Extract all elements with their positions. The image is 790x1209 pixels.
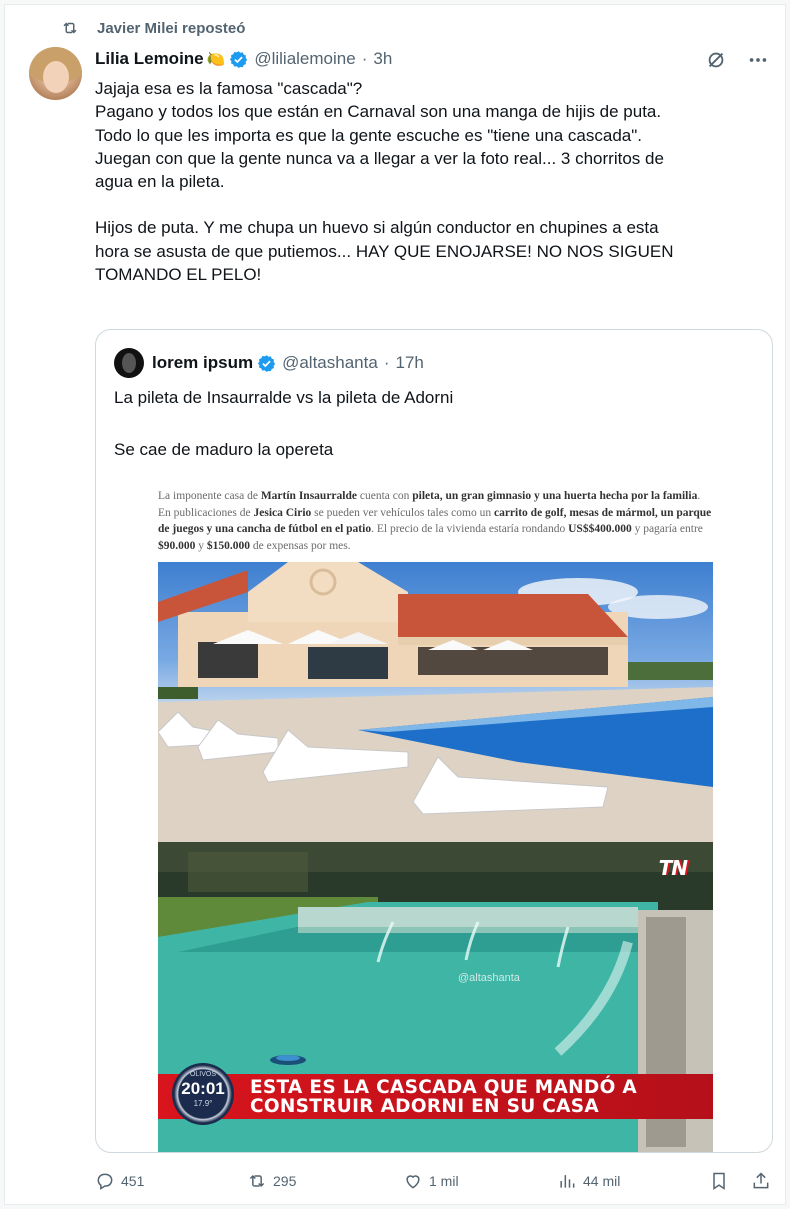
more-options-icon[interactable] — [747, 49, 769, 71]
quoted-tweet-header: lorem ipsum @altashanta · 17h — [114, 348, 424, 378]
tweet-line: Pagano y todos los que están en Carnaval… — [95, 102, 662, 122]
repost-count: 295 — [273, 1173, 297, 1189]
quoted-tweet-text: La pileta de Insaurralde vs la pileta de… — [114, 386, 453, 461]
watermark: @altashanta — [458, 972, 520, 984]
verified-badge-icon[interactable] — [257, 354, 276, 373]
tweet-card[interactable]: Javier Milei reposteó Lilia Lemoine 🍋 @l… — [4, 4, 786, 1205]
quoted-line: La pileta de Insaurralde vs la pileta de… — [114, 388, 454, 407]
views-button[interactable]: 44 mil — [557, 1171, 620, 1191]
quoted-author-handle[interactable]: @altashanta — [282, 353, 378, 373]
tweet-time[interactable]: 3h — [373, 49, 392, 69]
quoted-tweet[interactable]: lorem ipsum @altashanta · 17h La pileta … — [95, 329, 773, 1153]
share-icon — [753, 1172, 769, 1189]
bookmark-button[interactable] — [709, 1171, 729, 1191]
bookmark-icon — [713, 1172, 725, 1190]
like-count: 1 mil — [429, 1173, 459, 1189]
tweet-text: Jajaja esa es la famosa "cascada"? Pagan… — [95, 77, 775, 286]
views-count: 44 mil — [583, 1173, 621, 1189]
repost-icon — [63, 22, 77, 34]
like-button[interactable]: 1 mil — [403, 1171, 459, 1191]
author-avatar[interactable] — [29, 47, 82, 100]
grok-icon[interactable] — [705, 49, 727, 71]
verified-badge-icon[interactable] — [229, 50, 248, 69]
adorni-pool-photo: @altashanta TN OLIVOS 20:01 17.9° ESTA E… — [158, 842, 713, 1152]
quoted-media-image[interactable]: La imponente casa de Martín Insaurralde … — [158, 484, 713, 1152]
tn-logo: TN — [658, 856, 688, 880]
tweet-line: TOMANDO EL PELO! — [95, 265, 262, 285]
lemon-emoji: 🍋 — [206, 51, 226, 68]
repost-label: Javier Milei reposteó — [97, 19, 246, 37]
repost-button[interactable]: 295 — [247, 1171, 296, 1191]
quoted-author-avatar[interactable] — [114, 348, 144, 378]
tv-clock: OLIVOS 20:01 17.9° — [172, 1063, 234, 1125]
tweet-line: Juegan con que la gente nunca va a llega… — [95, 148, 664, 168]
share-button[interactable] — [751, 1171, 771, 1191]
tv-banner-text: ESTA ES LA CASCADA QUE MANDÓ A CONSTRUIR… — [250, 1077, 637, 1117]
quoted-tweet-time[interactable]: 17h — [395, 353, 423, 373]
reply-icon — [97, 1173, 113, 1190]
author-handle[interactable]: @lilialemoine — [254, 49, 355, 69]
tweet-line: Jajaja esa es la famosa "cascada"? — [95, 79, 363, 98]
tweet-actions-bar: 451 295 1 mil 44 mil — [95, 1171, 775, 1195]
repost-indicator[interactable]: Javier Milei reposteó — [61, 19, 245, 37]
quoted-line: Se cae de maduro la opereta — [114, 440, 334, 459]
tweet-line: Todo lo que les importa es que la gente … — [95, 125, 642, 145]
mansion-pool-photo — [158, 562, 713, 842]
views-chart-icon — [560, 1175, 575, 1188]
heart-icon — [406, 1175, 420, 1189]
tweet-line: hora se asusta de que putiemos... HAY QU… — [95, 241, 674, 261]
author-name[interactable]: Lilia Lemoine — [95, 49, 204, 69]
tweet-line: Hijos de puta. Y me chupa un huevo si al… — [95, 218, 659, 238]
tv-banner: OLIVOS 20:01 17.9° ESTA ES LA CASCADA QU… — [158, 1063, 713, 1125]
article-excerpt: La imponente casa de Martín Insaurralde … — [158, 484, 713, 562]
repost-icon — [249, 1174, 265, 1188]
tweet-top-actions — [705, 49, 769, 71]
reply-count: 451 — [121, 1173, 145, 1189]
quoted-author-name[interactable]: lorem ipsum — [152, 353, 253, 373]
reply-button[interactable]: 451 — [95, 1171, 144, 1191]
tweet-header: Lilia Lemoine 🍋 @lilialemoine · 3h — [95, 49, 393, 69]
tweet-line: agua en la pileta. — [95, 172, 225, 192]
